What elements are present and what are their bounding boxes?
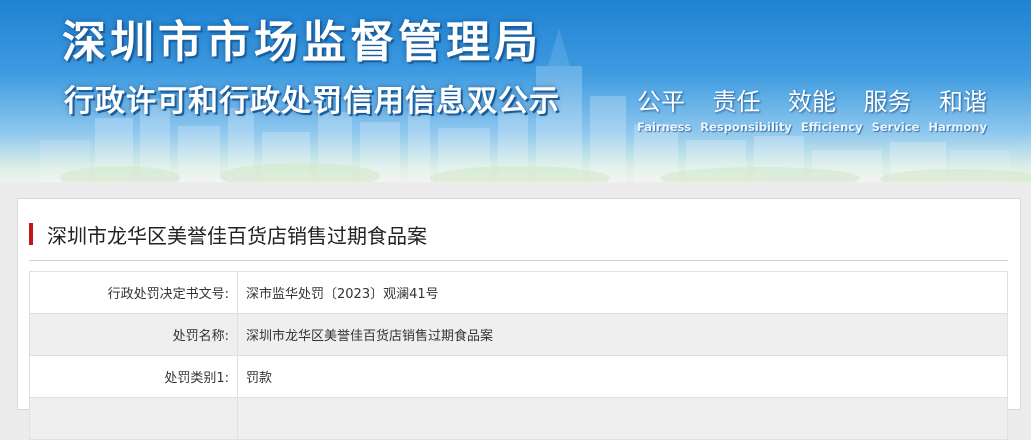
field-label-penalty-name: 处罚名称: <box>29 313 238 356</box>
header-banner: 深圳市市场监督管理局 行政许可和行政处罚信用信息双公示 公平 责任 效能 服务 … <box>0 0 1031 182</box>
motto-en-fairness: Fairness <box>637 120 692 134</box>
field-value-decision-number: 深市监华处罚〔2023〕观澜41号 <box>237 271 1008 314</box>
motto-english: Fairness Responsibility Efficiency Servi… <box>637 120 987 134</box>
field-label-penalty-category: 处罚类别1: <box>29 355 238 398</box>
field-value-next <box>237 397 1008 440</box>
table-row: 处罚名称: 深圳市龙华区美誉佳百货店销售过期食品案 <box>29 313 1008 356</box>
table-row <box>29 397 1008 440</box>
table-row: 行政处罚决定书文号: 深市监华处罚〔2023〕观澜41号 <box>29 271 1008 314</box>
motto-word-harmony: 和谐 <box>939 88 987 116</box>
motto-word-fairness: 公平 <box>637 88 685 116</box>
banner-subtitle: 行政许可和行政处罚信用信息双公示 <box>64 84 560 119</box>
case-detail-panel: 深圳市龙华区美誉佳百货店销售过期食品案 行政处罚决定书文号: 深市监华处罚〔20… <box>17 198 1021 440</box>
title-accent-bar <box>29 223 33 245</box>
case-header: 深圳市龙华区美誉佳百货店销售过期食品案 <box>29 199 1008 261</box>
motto-word-service: 服务 <box>863 88 912 116</box>
motto-en-responsibility: Responsibility <box>700 120 792 134</box>
motto-chinese: 公平 责任 效能 服务 和谐 <box>637 82 987 117</box>
field-label-next <box>29 397 238 440</box>
table-row: 处罚类别1: 罚款 <box>29 355 1008 398</box>
case-info-table: 行政处罚决定书文号: 深市监华处罚〔2023〕观澜41号 处罚名称: 深圳市龙华… <box>29 271 1008 440</box>
field-label-decision-number: 行政处罚决定书文号: <box>29 271 238 314</box>
field-value-penalty-name: 深圳市龙华区美誉佳百货店销售过期食品案 <box>237 313 1008 356</box>
motto: 公平 责任 效能 服务 和谐 Fairness Responsibility E… <box>637 82 987 134</box>
banner-title: 深圳市市场监督管理局 <box>62 17 542 68</box>
motto-word-efficiency: 效能 <box>788 88 836 116</box>
motto-en-service: Service <box>871 120 920 134</box>
motto-en-efficiency: Efficiency <box>800 120 863 134</box>
field-value-penalty-category: 罚款 <box>237 355 1008 398</box>
case-title: 深圳市龙华区美誉佳百货店销售过期食品案 <box>47 224 427 248</box>
motto-word-responsibility: 责任 <box>712 88 761 116</box>
motto-en-harmony: Harmony <box>928 120 987 134</box>
